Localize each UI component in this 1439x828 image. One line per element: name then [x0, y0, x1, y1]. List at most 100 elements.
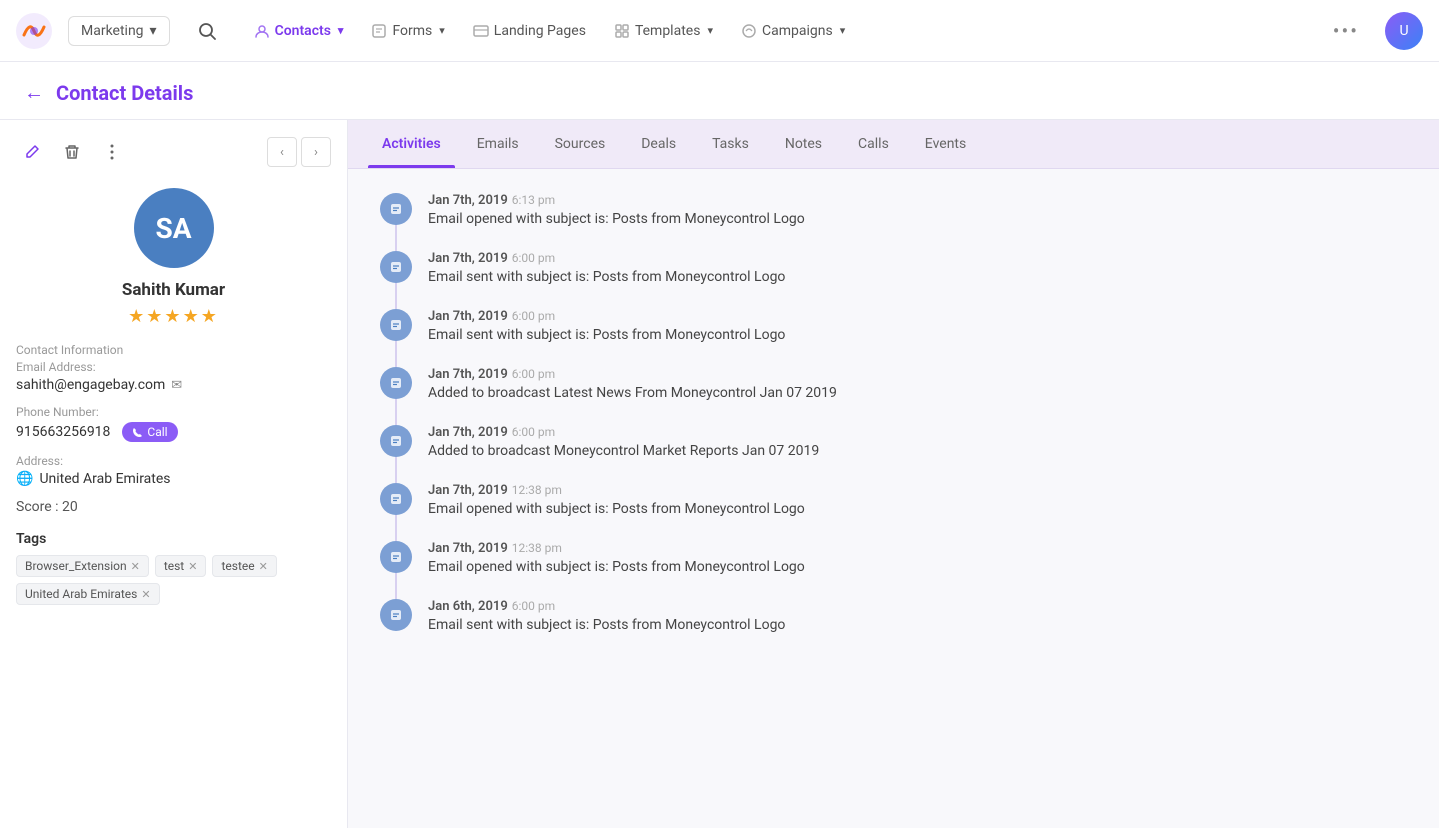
- activity-item: Jan 7th, 20196:00 pm Email sent with sub…: [380, 309, 1407, 343]
- tab-tasks[interactable]: Tasks: [698, 120, 763, 168]
- avatar-initials: SA: [155, 212, 191, 245]
- templates-icon: [614, 23, 630, 39]
- nav-item-forms[interactable]: Forms ▾: [357, 15, 458, 47]
- activity-text: Email opened with subject is: Posts from…: [428, 211, 1407, 227]
- phone-value-row: 915663256918 Call: [16, 422, 331, 442]
- contact-information: Contact Information Email Address: sahit…: [16, 343, 331, 515]
- activity-item: Jan 7th, 20196:00 pm Added to broadcast …: [380, 425, 1407, 459]
- user-avatar[interactable]: U: [1385, 12, 1423, 50]
- activity-text: Added to broadcast Moneycontrol Market R…: [428, 443, 1407, 459]
- templates-chevron-icon: ▾: [707, 24, 713, 37]
- email-label: Email Address:: [16, 360, 331, 374]
- tab-deals[interactable]: Deals: [627, 120, 690, 168]
- tag-remove-button[interactable]: ✕: [188, 560, 197, 573]
- email-icon: ✉: [171, 378, 182, 393]
- tag-label: United Arab Emirates: [25, 587, 137, 601]
- back-button[interactable]: ←: [24, 80, 44, 105]
- activity-text: Email sent with subject is: Posts from M…: [428, 327, 1407, 343]
- nav-label-forms: Forms: [392, 23, 432, 39]
- address-label: Address:: [16, 454, 331, 468]
- search-button[interactable]: [190, 14, 224, 48]
- activity-date: Jan 7th, 20196:13 pm: [428, 193, 1407, 208]
- trash-icon: [64, 144, 80, 160]
- workspace-selector[interactable]: Marketing ▾: [68, 16, 170, 46]
- nav-item-campaigns[interactable]: Campaigns ▾: [727, 15, 859, 47]
- tab-events[interactable]: Events: [911, 120, 980, 168]
- tag-label: test: [164, 559, 184, 573]
- back-arrow-icon: ←: [24, 80, 44, 105]
- tags-heading: Tags: [16, 531, 331, 547]
- tag-remove-button[interactable]: ✕: [141, 588, 150, 601]
- nav-items: Contacts ▾ Forms ▾ Landing Pages: [240, 15, 1315, 47]
- next-contact-button[interactable]: ›: [301, 137, 331, 167]
- tab-activities[interactable]: Activities: [368, 120, 455, 168]
- contacts-chevron-icon: ▾: [338, 24, 344, 37]
- sidebar-toolbar: ‹ ›: [16, 136, 331, 168]
- activity-content: Jan 7th, 20196:00 pm Added to broadcast …: [428, 367, 1407, 401]
- activity-timeline-line: [395, 339, 397, 367]
- page-container: ← Contact Details: [0, 62, 1439, 828]
- activity-date: Jan 7th, 201912:38 pm: [428, 541, 1407, 556]
- activity-text: Email sent with subject is: Posts from M…: [428, 269, 1407, 285]
- phone-value: 915663256918: [16, 424, 110, 440]
- activity-icon: [380, 367, 412, 399]
- activity-text: Email opened with subject is: Posts from…: [428, 559, 1407, 575]
- nav-item-landing-pages[interactable]: Landing Pages: [459, 15, 600, 47]
- activity-date: Jan 7th, 20196:00 pm: [428, 309, 1407, 324]
- tab-calls[interactable]: Calls: [844, 120, 903, 168]
- activity-timeline-line: [395, 571, 397, 599]
- page-header: ← Contact Details: [0, 62, 1439, 120]
- activity-item: Jan 7th, 20196:13 pm Email opened with s…: [380, 193, 1407, 227]
- nav-item-templates[interactable]: Templates ▾: [600, 15, 727, 47]
- delete-button[interactable]: [56, 136, 88, 168]
- address-value-row: 🌐 United Arab Emirates: [16, 471, 331, 487]
- contact-icon: [254, 23, 270, 39]
- tag-label: Browser_Extension: [25, 559, 127, 573]
- activities-list: Jan 7th, 20196:13 pm Email opened with s…: [348, 169, 1439, 681]
- tag-remove-button[interactable]: ✕: [259, 560, 268, 573]
- workspace-chevron-icon: ▾: [150, 23, 157, 39]
- tag-remove-button[interactable]: ✕: [131, 560, 140, 573]
- activity-timeline-line: [395, 397, 397, 425]
- activity-content: Jan 7th, 20196:00 pm Email sent with sub…: [428, 309, 1407, 343]
- nav-item-contacts[interactable]: Contacts ▾: [240, 15, 358, 47]
- content-area: ‹ › SA Sahith Kumar ★★★★★ Contact Inform…: [0, 120, 1439, 828]
- globe-icon: 🌐: [16, 471, 33, 487]
- app-logo[interactable]: [16, 13, 52, 49]
- tag-label: testee: [221, 559, 254, 573]
- avatar-image: U: [1385, 12, 1423, 50]
- landing-icon: [473, 23, 489, 39]
- edit-button[interactable]: [16, 136, 48, 168]
- campaigns-icon: [741, 23, 757, 39]
- nav-label-landing-pages: Landing Pages: [494, 23, 586, 39]
- activity-item: Jan 7th, 201912:38 pm Email opened with …: [380, 541, 1407, 575]
- edit-icon: [24, 144, 40, 160]
- page-title: Contact Details: [56, 81, 193, 105]
- next-arrow-icon: ›: [314, 145, 318, 160]
- forms-chevron-icon: ▾: [439, 24, 445, 37]
- more-options-button[interactable]: [96, 136, 128, 168]
- activity-text: Email sent with subject is: Posts from M…: [428, 617, 1407, 633]
- call-button-label: Call: [147, 425, 167, 439]
- nav-label-contacts: Contacts: [275, 23, 331, 39]
- activity-timeline-line: [395, 281, 397, 309]
- tab-emails[interactable]: Emails: [463, 120, 533, 168]
- activity-item: Jan 7th, 20196:00 pm Added to broadcast …: [380, 367, 1407, 401]
- tab-notes[interactable]: Notes: [771, 120, 836, 168]
- activity-icon: [380, 309, 412, 341]
- forms-icon: [371, 23, 387, 39]
- tag-item: testee ✕: [212, 555, 276, 577]
- activity-icon: [380, 193, 412, 225]
- tab-sources[interactable]: Sources: [541, 120, 620, 168]
- activity-content: Jan 7th, 20196:13 pm Email opened with s…: [428, 193, 1407, 227]
- tabs-bar: ActivitiesEmailsSourcesDealsTasksNotesCa…: [348, 120, 1439, 169]
- activity-content: Jan 6th, 20196:00 pm Email sent with sub…: [428, 599, 1407, 633]
- more-menu-button[interactable]: •••: [1323, 19, 1369, 43]
- contact-info-heading: Contact Information: [16, 343, 331, 357]
- score-value: Score : 20: [16, 499, 331, 515]
- activity-date: Jan 7th, 20196:00 pm: [428, 425, 1407, 440]
- prev-contact-button[interactable]: ‹: [267, 137, 297, 167]
- call-button[interactable]: Call: [122, 422, 177, 442]
- tag-item: United Arab Emirates ✕: [16, 583, 160, 605]
- activity-content: Jan 7th, 201912:38 pm Email opened with …: [428, 541, 1407, 575]
